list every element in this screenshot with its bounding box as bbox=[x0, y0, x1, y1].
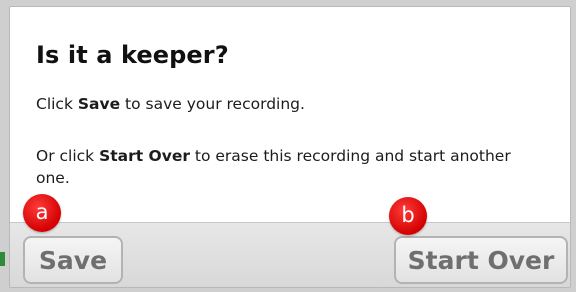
callout-badge-a: a bbox=[23, 194, 61, 232]
save-instruction-prefix: Click bbox=[36, 95, 78, 113]
start-over-instruction-prefix: Or click bbox=[36, 147, 100, 165]
start-over-button[interactable]: Start Over bbox=[394, 236, 568, 284]
start-over-instruction: Or click Start Over to erase this record… bbox=[36, 145, 536, 189]
save-instruction: Click Save to save your recording. bbox=[36, 93, 305, 115]
dialog-footer: Save Start Over bbox=[10, 222, 570, 287]
start-over-instruction-emphasis: Start Over bbox=[99, 147, 190, 165]
keeper-dialog: Is it a keeper? Click Save to save your … bbox=[9, 6, 571, 288]
save-instruction-suffix: to save your recording. bbox=[120, 95, 305, 113]
background-green-strip bbox=[0, 252, 5, 266]
save-instruction-emphasis: Save bbox=[77, 95, 121, 113]
dialog-body: Is it a keeper? Click Save to save your … bbox=[10, 7, 570, 222]
callout-badge-b: b bbox=[389, 197, 427, 235]
save-button[interactable]: Save bbox=[23, 236, 123, 284]
dialog-title: Is it a keeper? bbox=[36, 41, 229, 69]
